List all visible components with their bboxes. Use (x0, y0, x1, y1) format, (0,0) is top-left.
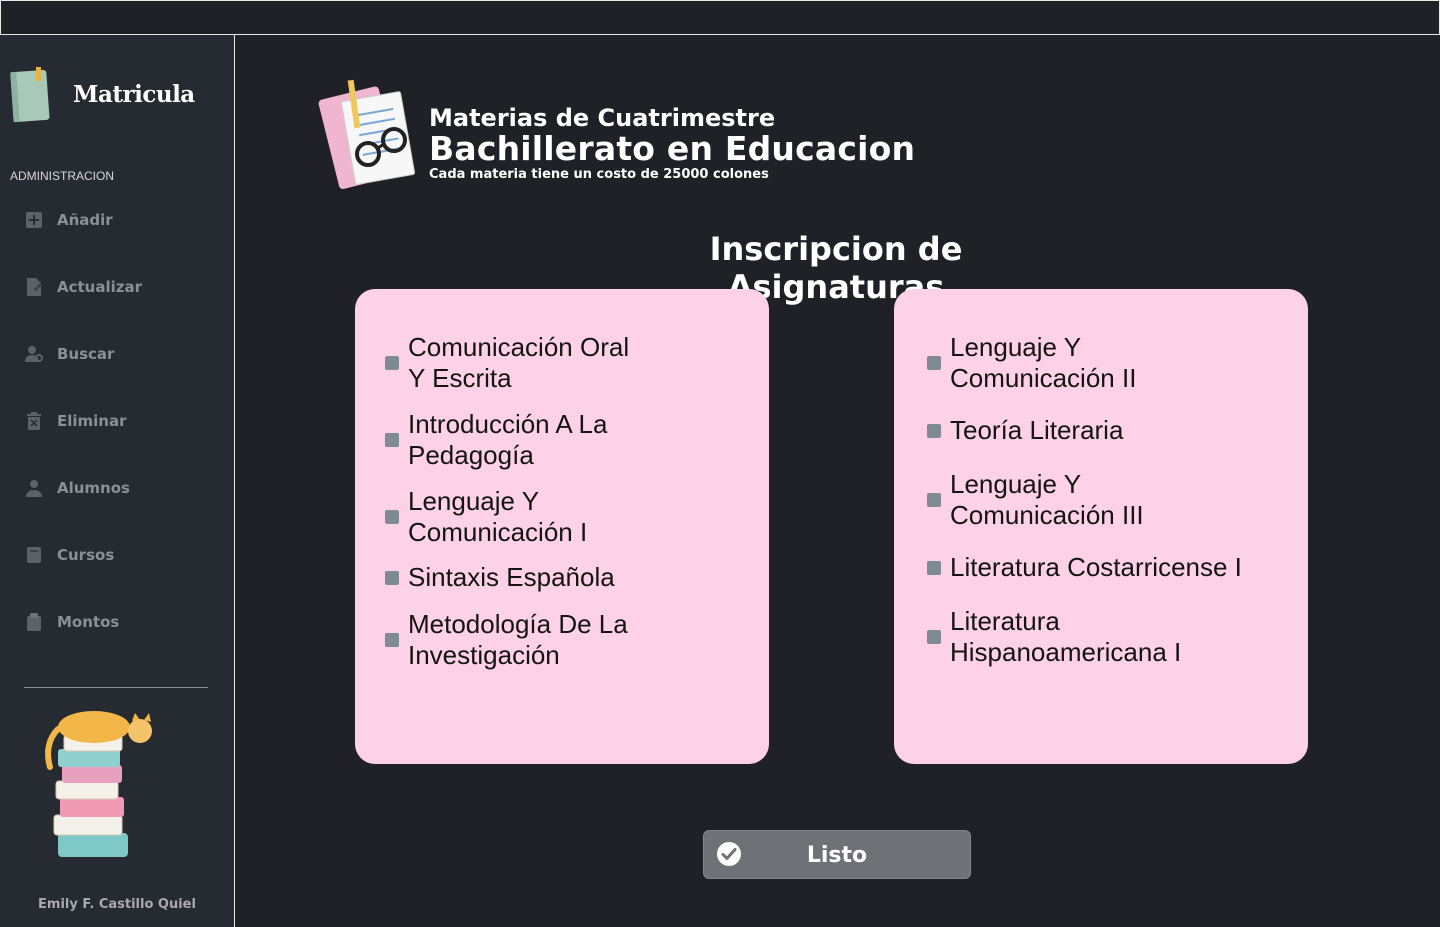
section-label-administracion: ADMINISTRACION (10, 169, 115, 183)
sidebar-item-alumnos[interactable]: Alumnos (24, 476, 130, 500)
checkbox-square-icon (927, 423, 941, 438)
author-name: Emily F. Castillo Quiel (38, 897, 196, 912)
subject-checkbox-item[interactable]: Sintaxis Española (385, 562, 615, 593)
checkbox-square-icon (385, 633, 399, 647)
subject-checkbox-item[interactable]: Teoría Literaria (927, 415, 1123, 446)
checkbox-square-icon (385, 433, 399, 447)
checkbox-square-icon (385, 570, 399, 585)
sidebar-item-cursos[interactable]: Cursos (24, 543, 114, 567)
checkbox-square-icon (385, 510, 399, 524)
cost-note: Cada materia tiene un costo de 25000 col… (429, 167, 769, 182)
checkbox-square-icon (927, 560, 941, 575)
header-subtitle: Materias de Cuatrimestre (429, 104, 776, 132)
checkbox-square-icon (927, 356, 941, 370)
sidebar-item-eliminar[interactable]: Eliminar (24, 409, 127, 433)
subject-label: Lenguaje Y Comunicación II (950, 332, 1137, 393)
sidebar-item-label: Alumnos (57, 479, 130, 497)
sidebar-divider (24, 687, 208, 688)
add-icon (24, 210, 44, 230)
sidebar-item-montos[interactable]: Montos (24, 610, 119, 634)
clipboard-icon (24, 612, 44, 632)
subject-checkbox-item[interactable]: Lenguaje Y Comunicación II (927, 332, 1136, 394)
subject-checkbox-item[interactable]: Lenguaje Y Comunicación I (385, 486, 587, 548)
window-title-bar (0, 0, 1440, 35)
subject-label: Metodología De La Investigación (408, 609, 628, 670)
notebook-glasses-illustration (318, 79, 416, 190)
user-icon (24, 478, 44, 498)
program-name: Bachillerato en Educacion (429, 129, 916, 168)
subject-label: Sintaxis Española (408, 562, 615, 592)
edit-file-icon (24, 277, 44, 297)
search-user-icon (24, 344, 44, 364)
sidebar-item-label: Cursos (57, 546, 115, 564)
subject-label: Literatura Costarricense I (950, 552, 1242, 582)
sidebar-item-label: Añadir (57, 211, 113, 229)
listo-button-label: Listo (806, 843, 868, 868)
subjects-card-left: Comunicación Oral Y Escrita Introducción… (355, 289, 769, 764)
subject-label: Literatura Hispanoamericana I (950, 606, 1182, 667)
app-title: Matricula (73, 81, 195, 108)
checkbox-square-icon (927, 630, 941, 644)
subject-checkbox-item[interactable]: Lenguaje Y Comunicación III (927, 469, 1144, 531)
sidebar-item-label: Buscar (57, 345, 115, 363)
subject-label: Lenguaje Y Comunicación I (408, 486, 588, 547)
subject-checkbox-item[interactable]: Literatura Hispanoamericana I (927, 606, 1181, 668)
book-icon (24, 545, 44, 565)
sidebar: Matricula ADMINISTRACION Añadir Actualiz… (0, 35, 235, 927)
sidebar-item-label: Actualizar (57, 278, 143, 296)
cat-on-books-illustration (45, 711, 152, 857)
sidebar-item-label: Eliminar (57, 412, 127, 430)
trash-icon (24, 411, 44, 431)
app-logo: Matricula (10, 67, 230, 127)
checkbox-square-icon (927, 493, 941, 507)
header-text: Materias de Cuatrimestre Bachillerato en… (429, 104, 915, 184)
sidebar-item-anadir[interactable]: Añadir (24, 208, 113, 232)
listo-button[interactable]: Listo (703, 830, 971, 879)
subject-label: Introducción A La Pedagogía (408, 409, 608, 470)
subject-checkbox-item[interactable]: Metodología De La Investigación (385, 609, 628, 671)
subject-checkbox-item[interactable]: Introducción A La Pedagogía (385, 409, 607, 471)
subject-checkbox-item[interactable]: Literatura Costarricense I (927, 552, 1242, 583)
sidebar-item-actualizar[interactable]: Actualizar (24, 275, 142, 299)
subjects-card-right: Lenguaje Y Comunicación II Teoría Litera… (894, 289, 1308, 764)
subject-label: Comunicación Oral Y Escrita (408, 332, 630, 393)
subject-label: Lenguaje Y Comunicación III (950, 469, 1144, 530)
sidebar-item-buscar[interactable]: Buscar (24, 342, 114, 366)
subject-checkbox-item[interactable]: Comunicación Oral Y Escrita (385, 332, 629, 394)
checkbox-square-icon (385, 356, 399, 370)
sidebar-item-label: Montos (57, 613, 120, 631)
subject-label: Teoría Literaria (950, 415, 1124, 445)
notebook-logo-icon (10, 67, 50, 123)
